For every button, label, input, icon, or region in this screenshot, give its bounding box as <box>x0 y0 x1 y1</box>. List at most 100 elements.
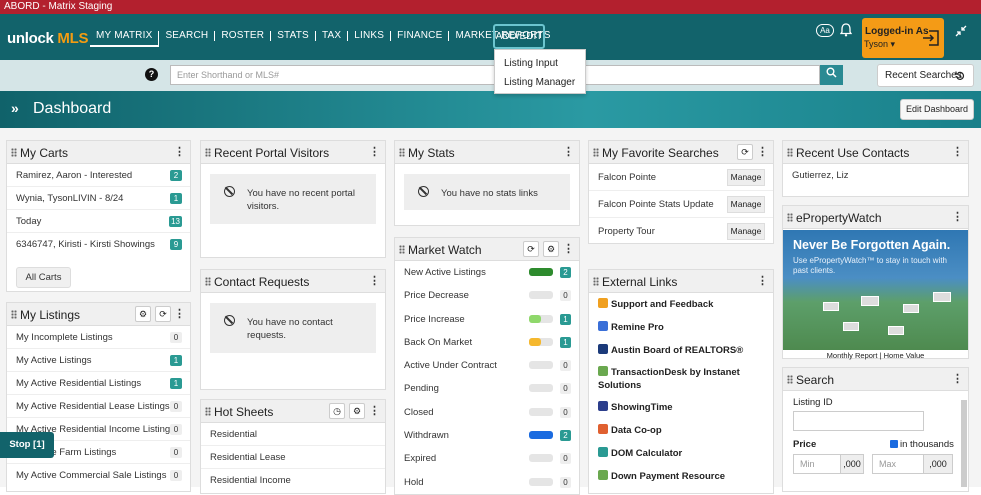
refresh-icon[interactable]: ⟳ <box>523 241 539 257</box>
menu-item-listing-manager[interactable]: Listing Manager <box>495 73 585 92</box>
external-link-item[interactable]: Remine Pro <box>589 316 773 339</box>
search-button[interactable] <box>820 65 843 85</box>
contact-item[interactable]: Gutierrez, Liz <box>783 164 968 187</box>
manage-button[interactable]: Manage <box>727 169 765 186</box>
external-link-item[interactable]: TransactionDesk by Instanet Solutions <box>589 362 773 396</box>
notification-bell-icon[interactable] <box>839 23 853 40</box>
refresh-icon[interactable]: ⟳ <box>737 144 753 160</box>
listing-item[interactable]: My Active Listings 1 <box>7 349 190 372</box>
external-link-item[interactable]: Support and Feedback <box>589 293 773 316</box>
settings-gear-icon[interactable]: ⚙ <box>135 306 151 322</box>
favorite-search-item[interactable]: Falcon Pointe Stats Update Manage <box>589 191 773 218</box>
refresh-icon[interactable]: ⟳ <box>155 306 171 322</box>
more-menu-icon[interactable]: ⋮ <box>952 145 963 158</box>
more-menu-icon[interactable]: ⋮ <box>757 145 768 158</box>
market-watch-item[interactable]: Hold 0 <box>395 471 579 494</box>
cart-item[interactable]: 6346747, Kiristi - Kirsti Showings 9 <box>7 233 190 256</box>
drag-handle-icon[interactable] <box>205 407 211 416</box>
edit-dashboard-button[interactable]: Edit Dashboard <box>900 99 974 120</box>
manage-button[interactable]: Manage <box>727 223 765 240</box>
listing-item[interactable]: My Active Commercial Sale Listings 0 <box>7 464 190 487</box>
more-menu-icon[interactable]: ⋮ <box>369 274 380 287</box>
hotsheet-item[interactable]: Residential <box>201 423 385 446</box>
drag-handle-icon[interactable] <box>593 277 599 286</box>
external-link-item[interactable]: Data Co-op <box>589 419 773 442</box>
external-link-item[interactable]: Austin Board of REALTORS® <box>589 339 773 362</box>
all-carts-button[interactable]: All Carts <box>16 267 71 288</box>
listing-item[interactable]: My Active Residential Listings 1 <box>7 372 190 395</box>
logout-icon[interactable] <box>921 29 941 47</box>
more-menu-icon[interactable]: ⋮ <box>563 145 574 158</box>
nav-tax[interactable]: TAX <box>316 31 349 41</box>
clock-icon[interactable]: ◷ <box>329 403 345 419</box>
nav-finance[interactable]: FINANCE <box>391 31 450 41</box>
more-menu-icon[interactable]: ⋮ <box>174 145 185 158</box>
checkbox-icon[interactable] <box>890 440 898 448</box>
drag-handle-icon[interactable] <box>399 245 405 254</box>
text-size-icon[interactable]: Aa <box>816 24 834 37</box>
more-menu-icon[interactable]: ⋮ <box>369 404 380 417</box>
drag-handle-icon[interactable] <box>593 148 599 157</box>
nav-links[interactable]: LINKS <box>348 31 392 41</box>
hotsheet-item[interactable]: Residential Income <box>201 469 385 492</box>
drag-handle-icon[interactable] <box>787 375 793 384</box>
drag-handle-icon[interactable] <box>11 148 17 157</box>
price-min-input[interactable]: Min <box>793 454 841 474</box>
market-watch-widget: Market Watch ⟳ ⚙ ⋮ New Active Listings 2 P… <box>394 237 580 495</box>
nav-add-edit[interactable]: ADD/EDIT <box>493 24 545 49</box>
market-watch-item[interactable]: Closed 0 <box>395 401 579 424</box>
nav-search[interactable]: SEARCH <box>159 31 216 41</box>
more-menu-icon[interactable]: ⋮ <box>757 274 768 287</box>
settings-gear-icon[interactable]: ⚙ <box>543 241 559 257</box>
market-watch-item[interactable]: Price Decrease 0 <box>395 284 579 307</box>
external-link-item[interactable]: DOM Calculator <box>589 442 773 465</box>
drag-handle-icon[interactable] <box>11 310 17 319</box>
recent-searches-button[interactable]: Recent Searches <box>877 64 974 87</box>
unlock-mls-logo[interactable]: unlock MLS <box>7 30 88 47</box>
listing-item[interactable]: My Incomplete Listings 0 <box>7 326 190 349</box>
hotsheet-item[interactable]: Residential Lease <box>201 446 385 469</box>
listing-id-input[interactable] <box>793 411 924 431</box>
market-watch-item[interactable]: Pending 0 <box>395 377 579 400</box>
price-max-input[interactable]: Max <box>872 454 924 474</box>
drag-handle-icon[interactable] <box>205 148 211 157</box>
cart-item[interactable]: Wynia, TysonLIVIN - 8/24 1 <box>7 187 190 210</box>
thousands-checkbox-label[interactable]: in thousands <box>890 439 954 450</box>
menu-item-listing-input[interactable]: Listing Input <box>495 54 585 73</box>
market-watch-item[interactable]: Withdrawn 2 <box>395 424 579 447</box>
drag-handle-icon[interactable] <box>399 148 405 157</box>
market-watch-item[interactable]: New Active Listings 2 <box>395 261 579 284</box>
search-widget-scrollbar[interactable] <box>961 400 967 487</box>
help-icon[interactable]: ? <box>145 68 158 81</box>
manage-button[interactable]: Manage <box>727 196 765 213</box>
shrink-icon[interactable] <box>955 25 967 40</box>
drag-handle-icon[interactable] <box>787 148 793 157</box>
market-watch-item[interactable]: Expired 0 <box>395 447 579 470</box>
cart-item[interactable]: Today 13 <box>7 210 190 233</box>
nav-my-matrix[interactable]: MY MATRIX <box>90 31 160 47</box>
nav-roster[interactable]: ROSTER <box>215 31 272 41</box>
more-menu-icon[interactable]: ⋮ <box>174 307 185 320</box>
listing-item[interactable]: My Active Residential Lease Listings 0 <box>7 395 190 418</box>
drag-handle-icon[interactable] <box>787 213 793 222</box>
expand-sidebar-icon[interactable]: » <box>11 100 19 116</box>
widget-header: External Links ⋮ <box>589 270 773 293</box>
epropertywatch-banner-image[interactable]: Never Be Forgotten Again. Use ePropertyW… <box>783 230 968 350</box>
settings-gear-icon[interactable]: ⚙ <box>349 403 365 419</box>
stop-button[interactable]: Stop [1] <box>0 432 54 458</box>
more-menu-icon[interactable]: ⋮ <box>563 242 574 255</box>
cart-item[interactable]: Ramirez, Aaron - Interested 2 <box>7 164 190 187</box>
market-watch-item[interactable]: Active Under Contract 0 <box>395 354 579 377</box>
favorite-search-item[interactable]: Falcon Pointe Manage <box>589 164 773 191</box>
more-menu-icon[interactable]: ⋮ <box>952 210 963 223</box>
favorite-search-item[interactable]: Property Tour Manage <box>589 218 773 245</box>
market-watch-item[interactable]: Price Increase 1 <box>395 308 579 331</box>
more-menu-icon[interactable]: ⋮ <box>369 145 380 158</box>
external-link-item[interactable]: Down Payment Resource <box>589 465 773 488</box>
nav-stats[interactable]: STATS <box>271 31 316 41</box>
drag-handle-icon[interactable] <box>205 277 211 286</box>
external-link-item[interactable]: ShowingTime <box>589 396 773 419</box>
market-watch-item[interactable]: Back On Market 1 <box>395 331 579 354</box>
more-menu-icon[interactable]: ⋮ <box>952 372 963 385</box>
logged-in-user-button[interactable]: Logged-in As Tyson ▾ <box>862 18 944 58</box>
